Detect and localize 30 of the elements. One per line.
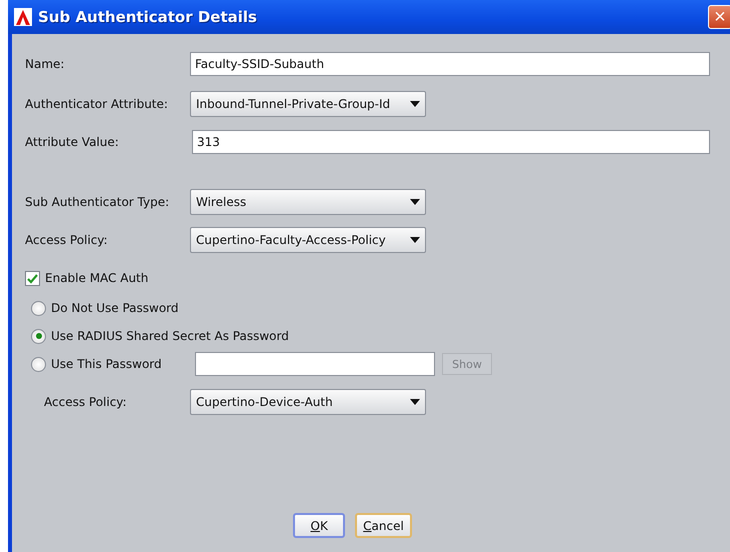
radio-label[interactable]: Use This Password [51, 357, 162, 371]
password-field[interactable] [195, 352, 435, 376]
checkmark-icon [27, 272, 38, 284]
dropdown[interactable]: Inbound-Tunnel-Private-Group-Id [190, 91, 426, 117]
field-label: Authenticator Attribute: [25, 97, 169, 111]
caret-icon [410, 101, 420, 107]
dropdown[interactable]: Wireless [190, 189, 426, 215]
close-button[interactable]: × [708, 5, 730, 29]
ok-button[interactable]: OK [293, 513, 346, 538]
radio-label[interactable]: Do Not Use Password [51, 301, 179, 315]
caret-icon [410, 199, 420, 205]
cancel-button[interactable]: Cancel [355, 513, 412, 538]
radio-button[interactable] [31, 328, 46, 344]
dropdown[interactable]: Cupertino-Faculty-Access-Policy [190, 227, 426, 253]
enable-mac-auth-checkbox[interactable]: Enable MAC Auth [25, 270, 148, 286]
field-label: Access Policy: [44, 395, 128, 409]
caret-icon [410, 237, 420, 243]
text-field[interactable]: Faculty-SSID-Subauth [190, 52, 710, 76]
radio-label[interactable]: Use RADIUS Shared Secret As Password [51, 329, 289, 343]
field-label: Access Policy: [25, 233, 109, 247]
field-label: Attribute Value: [25, 135, 120, 149]
window-title: Sub Authenticator Details [38, 8, 258, 26]
dropdown[interactable]: Cupertino-Device-Auth [190, 389, 426, 415]
caret-icon [410, 399, 420, 405]
radio-button[interactable] [31, 356, 46, 372]
logo-icon [14, 8, 32, 26]
field-label: Sub Authenticator Type: [25, 195, 170, 209]
text-field[interactable]: 313 [192, 130, 710, 154]
field-label: Name: [25, 57, 66, 71]
radio-button[interactable] [31, 300, 46, 316]
